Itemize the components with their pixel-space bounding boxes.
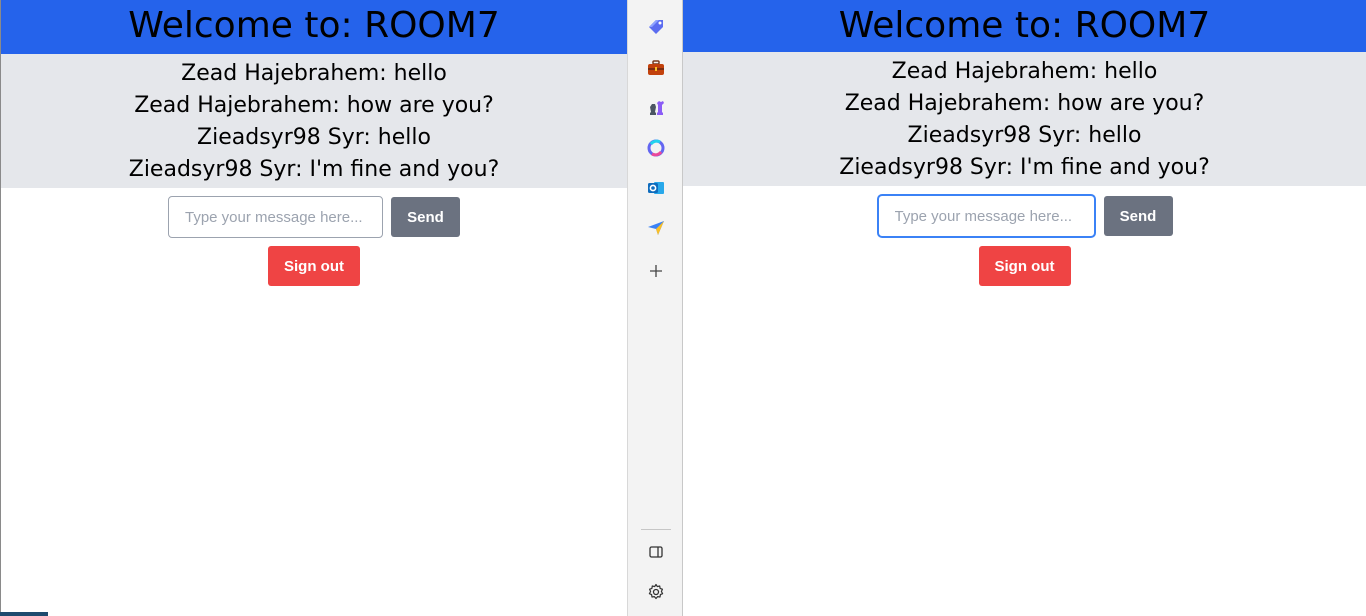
add-icon[interactable] bbox=[644, 259, 668, 283]
room-header: Welcome to: ROOM7 bbox=[683, 0, 1366, 52]
room-header: Welcome to: ROOM7 bbox=[1, 0, 627, 54]
message-form: Send bbox=[683, 194, 1366, 238]
tag-icon[interactable] bbox=[644, 16, 668, 40]
chess-icon[interactable] bbox=[644, 96, 668, 120]
message-item: Zead Hajebrahem: hello bbox=[891, 59, 1158, 84]
sidebar-divider bbox=[641, 529, 671, 530]
message-item: Zead Hajebrahem: how are you? bbox=[134, 93, 494, 118]
message-item: Zead Hajebrahem: how are you? bbox=[844, 91, 1205, 116]
message-input[interactable] bbox=[168, 196, 383, 238]
message-item: Zead Hajebrahem: hello bbox=[181, 61, 447, 86]
briefcase-icon[interactable] bbox=[644, 56, 668, 80]
send-icon[interactable] bbox=[644, 216, 668, 240]
send-button[interactable]: Send bbox=[391, 197, 460, 237]
message-item: Zieadsyr98 Syr: hello bbox=[197, 125, 431, 150]
chat-pane-right: Welcome to: ROOM7 Zead Hajebrahem: hello… bbox=[683, 0, 1366, 616]
message-input[interactable] bbox=[876, 194, 1096, 238]
browser-sidebar bbox=[627, 0, 683, 616]
sidebar-toggle-icon[interactable] bbox=[644, 540, 668, 564]
message-item: Zieadsyr98 Syr: I'm fine and you? bbox=[839, 155, 1210, 180]
message-item: Zieadsyr98 Syr: I'm fine and you? bbox=[128, 157, 500, 182]
message-list: Zead Hajebrahem: hello Zead Hajebrahem: … bbox=[1, 54, 627, 188]
send-button[interactable]: Send bbox=[1103, 196, 1173, 236]
message-form: Send bbox=[1, 196, 627, 238]
taskbar-edge bbox=[0, 612, 48, 616]
sign-out-button[interactable]: Sign out bbox=[978, 246, 1071, 286]
message-list: Zead Hajebrahem: hello Zead Hajebrahem: … bbox=[683, 52, 1366, 186]
outlook-icon[interactable] bbox=[644, 176, 668, 200]
settings-icon[interactable] bbox=[644, 580, 668, 604]
message-item: Zieadsyr98 Syr: hello bbox=[907, 123, 1142, 148]
sign-out-button[interactable]: Sign out bbox=[268, 246, 360, 286]
chat-pane-left: Welcome to: ROOM7 Zead Hajebrahem: hello… bbox=[0, 0, 627, 616]
copilot-icon[interactable] bbox=[644, 136, 668, 160]
